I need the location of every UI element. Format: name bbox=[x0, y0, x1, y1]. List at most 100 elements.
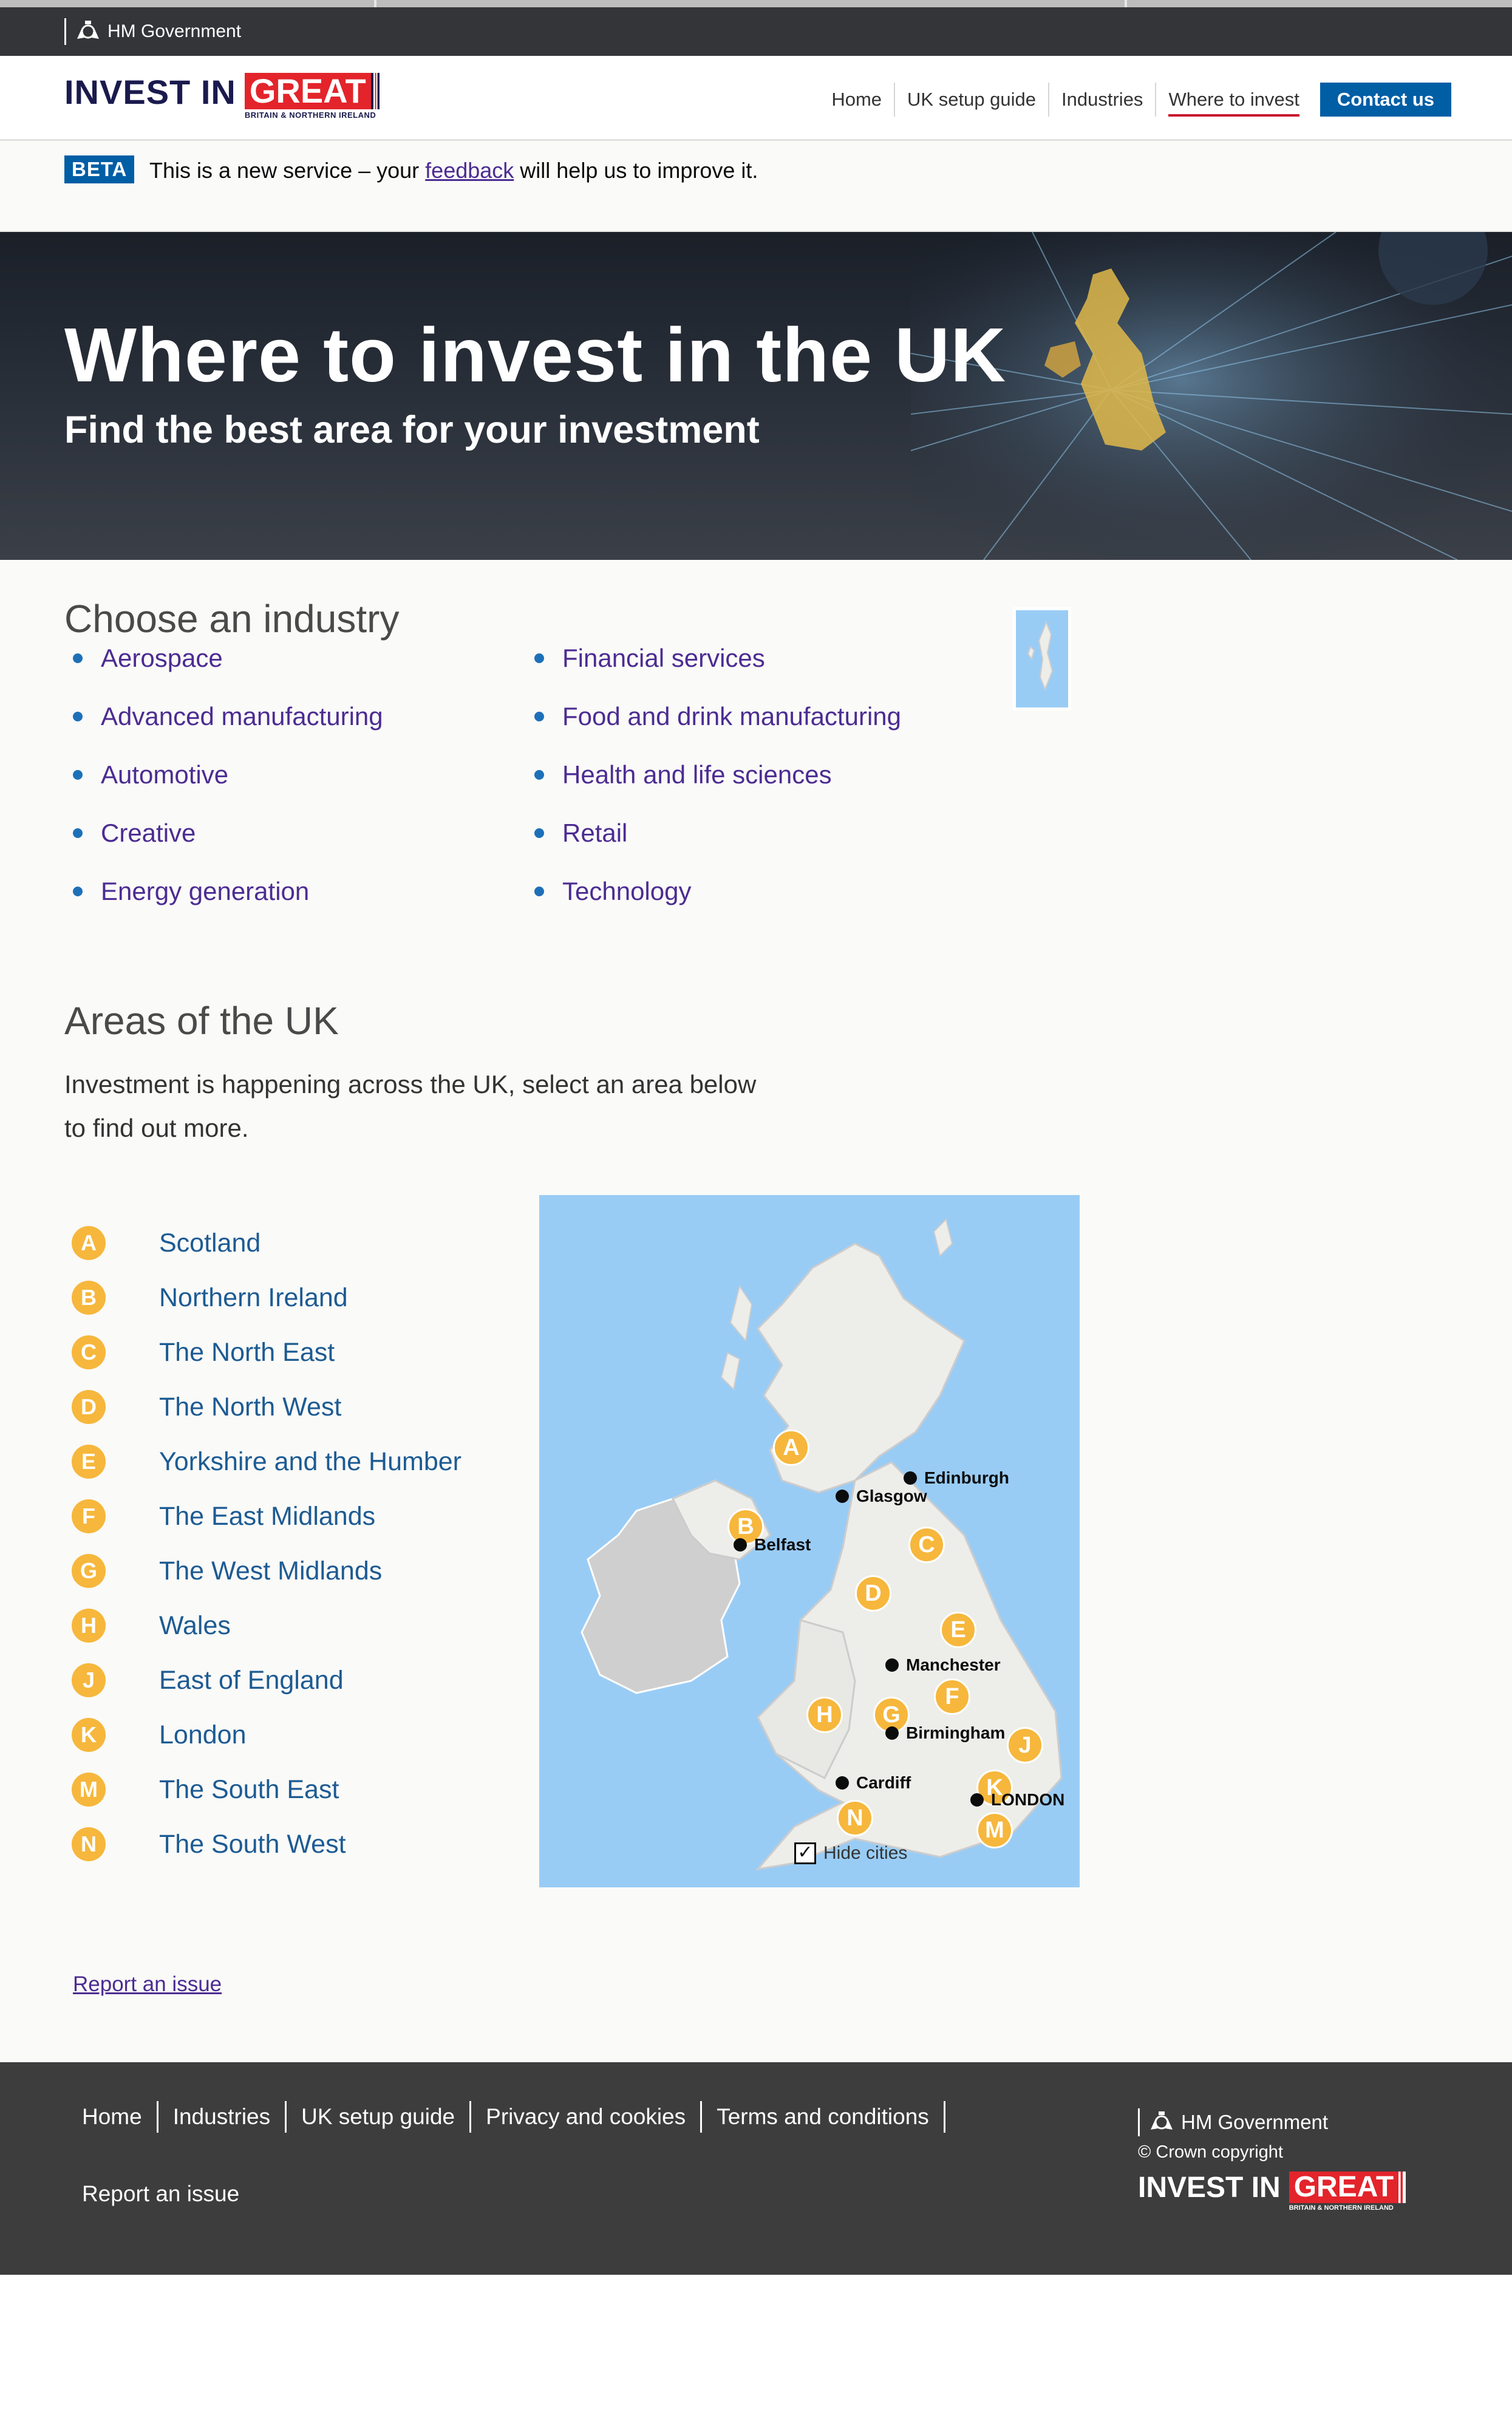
region-letter-badge: K bbox=[72, 1718, 106, 1752]
region-label[interactable]: The North East bbox=[159, 1338, 335, 1368]
footer-logo-great: GREAT bbox=[1289, 2172, 1399, 2203]
region-item-scotland[interactable]: A Scotland bbox=[64, 1216, 461, 1270]
city-dot bbox=[836, 1490, 849, 1503]
region-item-north-west[interactable]: D The North West bbox=[64, 1380, 461, 1434]
industry-link[interactable]: Advanced manufacturing bbox=[64, 703, 383, 761]
footer-link-industries[interactable]: Industries bbox=[158, 2101, 287, 2133]
region-item-yorkshire[interactable]: E Yorkshire and the Humber bbox=[64, 1434, 461, 1489]
hero-banner: Where to invest in the UK Find the best … bbox=[0, 232, 1512, 560]
region-letter-badge: H bbox=[72, 1609, 106, 1643]
region-item-northern-ireland[interactable]: B Northern Ireland bbox=[64, 1270, 461, 1325]
nav-where-to-invest[interactable]: Where to invest bbox=[1156, 83, 1311, 117]
region-letter-badge: J bbox=[72, 1663, 106, 1697]
royal-crest-icon bbox=[1151, 2111, 1173, 2130]
report-issue-link[interactable]: Report an issue bbox=[73, 1972, 222, 1997]
city-dot bbox=[885, 1658, 899, 1672]
feedback-link[interactable]: feedback bbox=[425, 158, 514, 183]
contact-us-button[interactable]: Contact us bbox=[1320, 83, 1451, 117]
city-edinburgh: Edinburgh bbox=[904, 1468, 1009, 1488]
industry-link[interactable]: Automotive bbox=[64, 761, 383, 820]
union-flag-icon bbox=[370, 73, 380, 109]
shetland-islands-shape bbox=[1027, 621, 1054, 691]
footer-hm-government[interactable]: HM Government bbox=[1138, 2108, 1328, 2136]
region-label[interactable]: Northern Ireland bbox=[159, 1283, 348, 1313]
map-badge-n[interactable]: N bbox=[837, 1800, 873, 1836]
region-letter-badge: C bbox=[72, 1335, 106, 1369]
areas-heading: Areas of the UK bbox=[64, 999, 339, 1043]
beta-text-after: will help us to improve it. bbox=[514, 158, 758, 183]
region-label[interactable]: The East Midlands bbox=[159, 1502, 375, 1531]
invest-in-great-logo[interactable]: INVEST IN GREAT BRITAIN & NORTHERN IRELA… bbox=[64, 73, 380, 120]
region-letter-badge: D bbox=[72, 1390, 106, 1424]
industry-link[interactable]: Aerospace bbox=[64, 645, 383, 703]
region-label[interactable]: The South East bbox=[159, 1775, 339, 1805]
region-label[interactable]: London bbox=[159, 1720, 247, 1750]
nav-industries[interactable]: Industries bbox=[1049, 83, 1157, 117]
footer-link-setup-guide[interactable]: UK setup guide bbox=[287, 2101, 472, 2133]
union-flag-icon bbox=[1398, 2172, 1406, 2203]
industry-link[interactable]: Creative bbox=[64, 820, 383, 878]
region-item-west-midlands[interactable]: G The West Midlands bbox=[64, 1544, 461, 1598]
map-badge-f[interactable]: F bbox=[934, 1678, 970, 1715]
footer-nav: Home Industries UK setup guide Privacy a… bbox=[70, 2101, 945, 2133]
hide-cities-checkbox[interactable]: ✓ bbox=[794, 1842, 816, 1864]
city-birmingham: Birmingham bbox=[885, 1723, 1005, 1743]
hide-cities-toggle[interactable]: ✓ Hide cities bbox=[794, 1842, 907, 1864]
industry-link[interactable]: Food and drink manufacturing bbox=[526, 703, 901, 761]
gov-bar: HM Government bbox=[0, 7, 1512, 56]
main-nav: Home UK setup guide Industries Where to … bbox=[819, 83, 1451, 117]
map-badge-c[interactable]: C bbox=[908, 1527, 945, 1563]
industry-link[interactable]: Energy generation bbox=[64, 878, 383, 936]
footer-report-issue[interactable]: Report an issue bbox=[82, 2181, 239, 2207]
industry-link[interactable]: Financial services bbox=[526, 645, 901, 703]
footer-link-terms[interactable]: Terms and conditions bbox=[702, 2101, 945, 2133]
region-item-east-of-england[interactable]: J East of England bbox=[64, 1653, 461, 1708]
map-badge-a[interactable]: A bbox=[773, 1429, 809, 1466]
footer-invest-in-great-logo[interactable]: INVEST IN GREAT BRITAIN & NORTHERN IRELA… bbox=[1138, 2172, 1406, 2212]
region-label[interactable]: East of England bbox=[159, 1666, 344, 1695]
strip-divider bbox=[1125, 0, 1127, 7]
map-badge-m[interactable]: M bbox=[976, 1812, 1013, 1848]
hm-government-link[interactable]: HM Government bbox=[64, 18, 241, 45]
nav-home[interactable]: Home bbox=[819, 83, 896, 117]
region-letter-badge: A bbox=[72, 1226, 106, 1260]
region-item-east-midlands[interactable]: F The East Midlands bbox=[64, 1489, 461, 1544]
industry-link[interactable]: Technology bbox=[526, 878, 901, 936]
uk-regions-map[interactable]: A B C D E F G H J K M N Edinburgh Glasgo… bbox=[539, 1195, 1080, 1887]
footer-link-home[interactable]: Home bbox=[70, 2101, 158, 2133]
map-badge-h[interactable]: H bbox=[806, 1697, 843, 1733]
region-label[interactable]: The South West bbox=[159, 1830, 346, 1859]
logo-great: GREAT bbox=[244, 73, 371, 109]
map-badge-d[interactable]: D bbox=[855, 1575, 891, 1612]
region-item-london[interactable]: K London bbox=[64, 1708, 461, 1762]
map-badge-e[interactable]: E bbox=[940, 1612, 976, 1648]
city-dot bbox=[885, 1726, 899, 1740]
beta-text-before: This is a new service – your bbox=[149, 158, 426, 183]
city-dot bbox=[734, 1538, 747, 1552]
browser-top-strip bbox=[0, 0, 1512, 7]
region-label[interactable]: The North West bbox=[159, 1392, 341, 1422]
region-item-north-east[interactable]: C The North East bbox=[64, 1325, 461, 1380]
city-cardiff: Cardiff bbox=[836, 1773, 911, 1793]
industry-link[interactable]: Health and life sciences bbox=[526, 761, 901, 820]
region-label[interactable]: Wales bbox=[159, 1611, 231, 1641]
region-item-south-east[interactable]: M The South East bbox=[64, 1762, 461, 1817]
site-footer: Home Industries UK setup guide Privacy a… bbox=[0, 2062, 1512, 2275]
region-item-south-west[interactable]: N The South West bbox=[64, 1817, 461, 1872]
main-content: Choose an industry Aerospace Advanced ma… bbox=[0, 560, 1512, 2062]
city-london: LONDON bbox=[970, 1790, 1064, 1810]
industry-link[interactable]: Retail bbox=[526, 820, 901, 878]
region-label[interactable]: The West Midlands bbox=[159, 1556, 382, 1586]
footer-link-privacy[interactable]: Privacy and cookies bbox=[471, 2101, 703, 2133]
city-dot bbox=[836, 1776, 849, 1790]
footer-gov-label: HM Government bbox=[1181, 2111, 1329, 2133]
region-item-wales[interactable]: H Wales bbox=[64, 1598, 461, 1653]
region-letter-badge: B bbox=[72, 1281, 106, 1315]
nav-uk-setup-guide[interactable]: UK setup guide bbox=[895, 83, 1050, 117]
gov-label: HM Government bbox=[107, 21, 242, 41]
region-label[interactable]: Yorkshire and the Humber bbox=[159, 1447, 461, 1477]
gov-rule bbox=[64, 18, 66, 45]
map-badge-j[interactable]: J bbox=[1007, 1727, 1043, 1763]
region-label[interactable]: Scotland bbox=[159, 1228, 261, 1258]
beta-tag: BETA bbox=[64, 155, 135, 183]
